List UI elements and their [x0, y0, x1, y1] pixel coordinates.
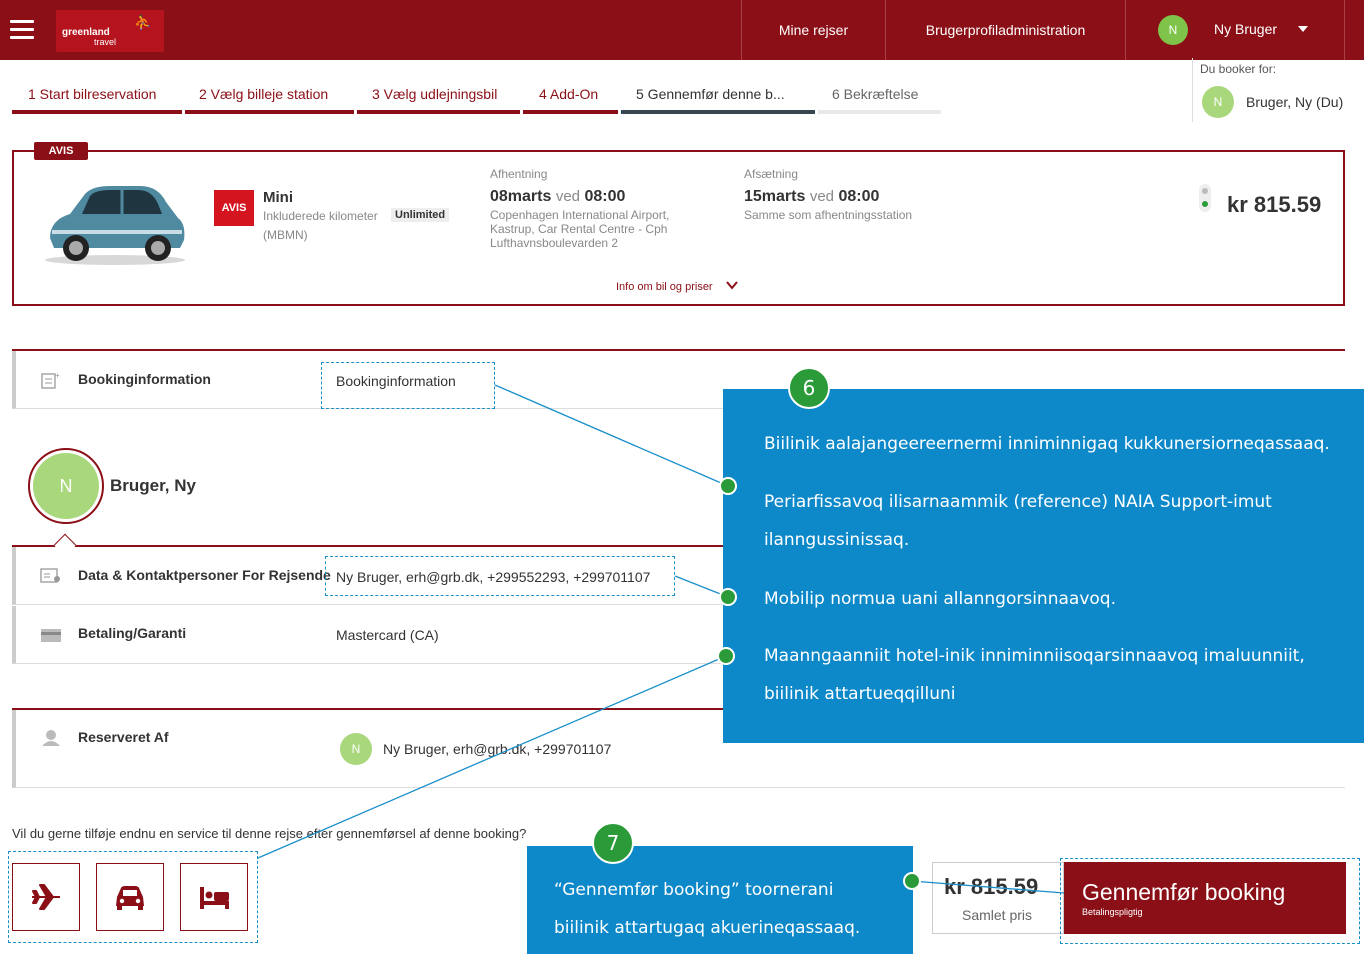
car-name: Mini — [263, 189, 293, 206]
nav-profile-admin-label: Brugerprofiladministration — [925, 22, 1086, 38]
step-2-bar — [185, 110, 354, 114]
contact-card-icon — [40, 568, 60, 583]
step-5-complete[interactable]: 5 Gennemfør denne b... — [636, 86, 785, 102]
callout-7-badge: 7 — [592, 822, 634, 864]
logo-figures-icon: ⛹ — [134, 14, 152, 30]
callout-6-line: Periarfissavoq ilisarnaammik (reference)… — [764, 492, 1272, 512]
chevron-down-icon[interactable] — [726, 279, 738, 291]
payment-value: Mastercard (CA) — [336, 627, 439, 643]
nav-profile-admin[interactable]: Brugerprofiladministration — [885, 0, 1125, 60]
car-image — [45, 186, 185, 265]
support-agent-icon — [42, 730, 60, 746]
dropoff-ved: ved — [809, 188, 835, 205]
addon-question: Vil du gerne tilføje endnu en service ti… — [12, 826, 527, 841]
caret-down-icon[interactable] — [1298, 26, 1308, 32]
avis-logo: AVIS — [214, 190, 254, 226]
callout-6-badge: 6 — [788, 367, 830, 409]
booking-info-value: Bookinginformation — [336, 373, 456, 389]
callout-7-line: “Gennemfør booking” toornerani — [554, 880, 834, 900]
contact-label: Data & Kontaktpersoner For Rejsende — [78, 567, 331, 583]
add-hotel-button[interactable] — [180, 863, 248, 931]
dropoff-date: 15marts — [744, 188, 806, 205]
dropoff-address: Samme som afhentningsstation — [744, 208, 913, 222]
pickup-datetime: 08marts ved 08:00 — [490, 188, 625, 206]
hotel-bed-icon — [200, 887, 229, 909]
booking-for-name: Bruger, Ny (Du) — [1246, 94, 1344, 110]
pickup-date: 08marts — [490, 188, 552, 205]
pickup-address-line: Kastrup, Car Rental Centre - Cph — [490, 222, 668, 236]
user-avatar[interactable]: N — [1158, 15, 1188, 45]
booking-for-avatar: N — [1202, 86, 1234, 118]
reserved-by-avatar: N — [340, 733, 372, 765]
car-code: (MBMN) — [263, 228, 308, 242]
pickup-ved: ved — [555, 188, 581, 205]
car-price: kr 815.59 — [1227, 192, 1322, 217]
contact-value: Ny Bruger, erh@grb.dk, +299552293, +2997… — [336, 569, 651, 585]
booking-info-label: Bookinginformation — [78, 371, 211, 387]
top-navigation-bar: greenland travel ⛹ Mine rejser Brugerpro… — [0, 0, 1364, 60]
user-name[interactable]: Ny Bruger — [1214, 21, 1277, 37]
add-flight-button[interactable] — [12, 863, 80, 931]
nav-my-trips-label: Mine rejser — [778, 22, 849, 38]
pickup-label: Afhentning — [490, 167, 548, 181]
traveler-name: Bruger, Ny — [110, 476, 196, 495]
total-price: kr 815.59 — [944, 874, 1039, 899]
pickup-time: 08:00 — [584, 188, 626, 205]
dropoff-label: Afsætning — [744, 167, 799, 181]
step-2-station[interactable]: 2 Vælg billeje station — [199, 86, 328, 102]
callout-6-line: Mobilip normua uani allanngorsinnaavoq. — [764, 589, 1116, 609]
car-info-link[interactable]: Info om bil og priser — [616, 281, 713, 293]
callout-6-line: Maanngaanniit hotel-inik inniminniisoqar… — [764, 646, 1305, 666]
confirm-highlight — [1060, 858, 1360, 944]
nav-my-trips[interactable]: Mine rejser — [741, 0, 885, 60]
pickup-address-line: Lufthavnsboulevarden 2 — [490, 236, 619, 250]
vendor-tag: AVIS — [34, 142, 88, 160]
callout-6-anchor-dot — [717, 647, 735, 665]
step-6-bar — [818, 110, 941, 114]
step-6-confirmation: 6 Bekræftelse — [832, 86, 919, 102]
step-5-bar — [621, 110, 815, 114]
dropoff-datetime: 15marts ved 08:00 — [744, 188, 879, 206]
callout-6-line: ilanngussinissaq. — [764, 530, 910, 550]
step-1-start[interactable]: 1 Start bilreservation — [28, 86, 156, 102]
menu-icon[interactable] — [10, 20, 34, 39]
booking-for-label: Du booker for: — [1200, 62, 1277, 76]
traveler-avatar[interactable]: N — [33, 453, 99, 519]
step-4-bar — [523, 110, 618, 114]
callout-7-anchor-dot — [903, 872, 921, 890]
callout-6-anchor-dot — [719, 588, 737, 606]
booking-info-icon: + — [41, 371, 60, 389]
greenland-travel-logo[interactable]: greenland travel ⛹ — [56, 10, 164, 52]
callout-7-line: biilinik attartugaq akuerineqassaaq. — [554, 918, 861, 938]
payment-label: Betaling/Garanti — [78, 625, 187, 641]
credit-card-icon — [41, 629, 61, 642]
pickup-address: Copenhagen International Airport, Kastru… — [490, 208, 669, 250]
booking-for-divider — [1192, 58, 1193, 122]
plane-icon — [32, 884, 60, 910]
callout-6-line: Biilinik aalajangeereernermi inniminniga… — [764, 434, 1330, 454]
km-label: Inkluderede kilometer — [263, 209, 378, 223]
logo-text-travel: travel — [94, 37, 117, 47]
callout-6: Biilinik aalajangeereernermi inniminniga… — [723, 389, 1364, 743]
add-car-button[interactable] — [96, 863, 164, 931]
total-label: Samlet pris — [962, 907, 1033, 923]
svg-text:+: + — [55, 371, 60, 380]
car-icon — [116, 886, 144, 910]
reserved-by-value: Ny Bruger, erh@grb.dk, +299701107 — [383, 741, 612, 757]
pickup-address-line: Copenhagen International Airport, — [490, 208, 670, 222]
step-3-bar — [357, 110, 520, 114]
step-1-bar — [12, 110, 182, 114]
callout-7: “Gennemfør booking” toornerani biilinik … — [527, 846, 913, 954]
step-3-car[interactable]: 3 Vælg udlejningsbil — [372, 86, 497, 102]
dropoff-time: 08:00 — [838, 188, 880, 205]
km-badge: Unlimited — [391, 208, 450, 222]
step-4-addon[interactable]: 4 Add-On — [539, 86, 598, 102]
reserved-by-label: Reserveret Af — [78, 729, 169, 745]
callout-6-line: biilinik attartueqqilluni — [764, 684, 956, 704]
price-status-icon — [1199, 184, 1211, 212]
callout-6-anchor-dot — [719, 477, 737, 495]
